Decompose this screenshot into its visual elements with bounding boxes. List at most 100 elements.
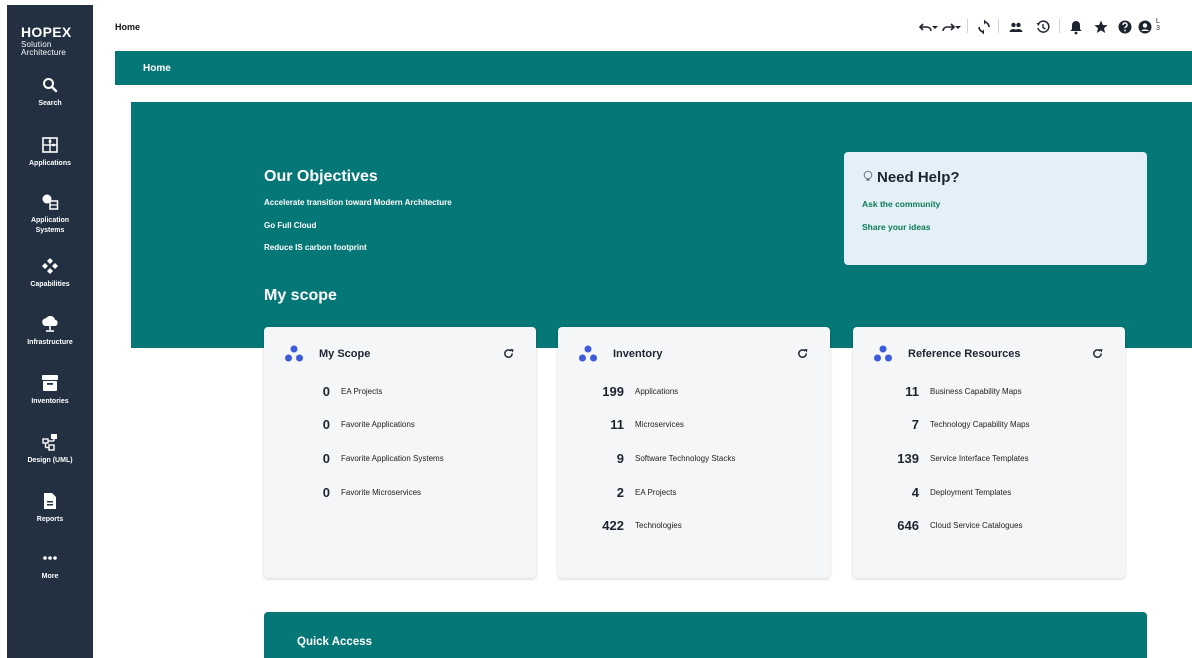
item-label[interactable]: Technologies [635, 521, 682, 530]
nav-label-search: Search [38, 100, 62, 107]
item-label[interactable]: Microservices [635, 420, 684, 429]
user-initial: L [1156, 18, 1160, 25]
user-info[interactable]: L 3 [1156, 18, 1160, 33]
objective-item: Reduce IS carbon footprint [264, 243, 367, 252]
help-question-icon[interactable] [1117, 19, 1133, 35]
card-reference-resources: Reference Resources 11 Business Capabilit… [853, 327, 1125, 578]
item-label[interactable]: Service Interface Templates [930, 454, 1029, 463]
item-count: 422 [602, 518, 624, 533]
help-title-row: Need Help? [862, 169, 960, 186]
list-item[interactable]: 199 Applications [558, 384, 830, 400]
item-label[interactable]: Business Capability Maps [930, 387, 1022, 396]
item-count: 4 [911, 485, 919, 500]
dots-cluster-icon [285, 345, 303, 362]
nav-item-infrastructure[interactable]: Infrastructure [7, 314, 93, 348]
top-header: Home L 3 [93, 0, 1192, 50]
objective-item: Accelerate transition toward Modern Arch… [264, 198, 452, 207]
list-item[interactable]: 9 Software Technology Stacks [558, 451, 830, 467]
nav-item-more[interactable]: More [7, 548, 93, 582]
refresh-sync-icon[interactable] [976, 19, 992, 35]
list-item[interactable]: 139 Service Interface Templates [853, 451, 1125, 467]
nav-item-applications[interactable]: Applications [7, 135, 93, 169]
nav-label-infrastructure: Infrastructure [27, 339, 73, 346]
card-title: Reference Resources [908, 348, 1021, 360]
puzzle-icon [42, 137, 58, 153]
list-item[interactable]: 646 Cloud Service Catalogues [853, 518, 1125, 534]
help-title: Need Help? [877, 169, 960, 186]
list-item[interactable]: 11 Microservices [558, 417, 830, 433]
users-icon[interactable] [1008, 19, 1024, 35]
undo-dropdown-icon[interactable] [931, 19, 939, 35]
ask-community-link[interactable]: Ask the community [862, 199, 940, 209]
objectives-title: Our Objectives [264, 168, 378, 185]
list-item[interactable]: 0 Favorite Microservices [264, 485, 536, 501]
nav-label-reports: Reports [36, 516, 64, 523]
item-count: 11 [610, 417, 624, 432]
lightbulb-icon [863, 170, 873, 181]
item-label[interactable]: Favorite Application Systems [341, 454, 444, 463]
nav-label-application-systems: Application Systems [7, 216, 93, 236]
list-item[interactable]: 422 Technologies [558, 518, 830, 534]
item-count: 139 [897, 451, 919, 466]
card-my-scope: My Scope 0 EA Projects 0 Favorite Applicat… [264, 327, 536, 578]
brand-line2: Architecture [21, 48, 67, 57]
nav-label-design-uml: Design (UML) [27, 457, 73, 464]
list-item[interactable]: 11 Business Capability Maps [853, 384, 1125, 400]
star-icon[interactable] [1093, 19, 1109, 35]
user-sub: 3 [1156, 25, 1160, 33]
refresh-icon[interactable] [503, 348, 514, 359]
header-title: Home [115, 22, 141, 32]
item-label[interactable]: Deployment Templates [930, 488, 1011, 497]
nav-label-application-systems-line2: Systems [35, 227, 65, 235]
item-label[interactable]: Favorite Applications [341, 420, 415, 429]
nav-label-more: More [41, 573, 59, 580]
history-icon[interactable] [1035, 19, 1051, 35]
nav-label-applications: Applications [28, 160, 71, 167]
need-help-card: Need Help? Ask the community Share your … [844, 152, 1147, 265]
list-item[interactable]: 0 EA Projects [264, 384, 536, 400]
toolbar-separator [1059, 19, 1060, 33]
nav-item-capabilities[interactable]: Capabilities [7, 256, 93, 290]
tab-home[interactable]: Home [143, 63, 171, 74]
item-label[interactable]: Software Technology Stacks [635, 454, 735, 463]
brand-logo[interactable]: HOPEX Solution Architecture [21, 25, 72, 57]
nav-item-inventories[interactable]: Inventories [7, 373, 93, 407]
nav-label-inventories: Inventories [31, 398, 69, 405]
nav-item-application-systems[interactable]: Application Systems [7, 192, 93, 236]
refresh-icon[interactable] [797, 348, 808, 359]
item-count: 2 [616, 485, 624, 500]
objective-item: Go Full Cloud [264, 221, 317, 230]
search-icon [43, 78, 58, 93]
brand-name: HOPEX [21, 24, 72, 40]
list-item[interactable]: 4 Deployment Templates [853, 485, 1125, 501]
refresh-icon[interactable] [1092, 348, 1103, 359]
item-label[interactable]: Favorite Microservices [341, 488, 421, 497]
item-label[interactable]: EA Projects [635, 488, 676, 497]
redo-dropdown-icon[interactable] [954, 19, 962, 35]
dots-cluster-icon [579, 345, 597, 362]
item-label[interactable]: EA Projects [341, 387, 382, 396]
nav-item-design-uml[interactable]: Design (UML) [7, 432, 93, 466]
nav-label-capabilities: Capabilities [30, 281, 70, 288]
nav-item-search[interactable]: Search [7, 75, 93, 109]
item-count: 646 [897, 518, 919, 533]
nav-item-reports[interactable]: Reports [7, 491, 93, 525]
item-label[interactable]: Cloud Service Catalogues [930, 521, 1023, 530]
toolbar-separator [998, 19, 999, 33]
quick-access-title: Quick Access [297, 636, 373, 648]
list-item[interactable]: 2 EA Projects [558, 485, 830, 501]
share-ideas-link[interactable]: Share your ideas [862, 222, 931, 232]
item-count: 0 [322, 451, 330, 466]
list-item[interactable]: 0 Favorite Applications [264, 417, 536, 433]
list-item[interactable]: 0 Favorite Application Systems [264, 451, 536, 467]
user-account-icon[interactable] [1137, 19, 1153, 35]
list-item[interactable]: 7 Technology Capability Maps [853, 417, 1125, 433]
item-label[interactable]: Applications [635, 387, 678, 396]
item-count: 199 [602, 384, 624, 399]
card-title: Inventory [613, 348, 663, 360]
toolbar-separator [967, 19, 968, 33]
uml-diagram-icon [42, 434, 57, 451]
bell-icon[interactable] [1068, 19, 1084, 35]
item-label[interactable]: Technology Capability Maps [930, 420, 1030, 429]
capabilities-diamond-icon [42, 258, 58, 274]
